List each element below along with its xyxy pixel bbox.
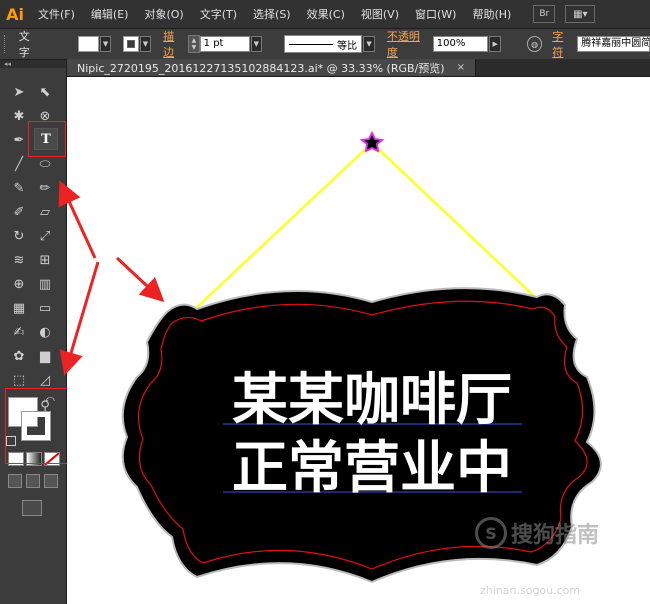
watermark-brand: 搜狗指南 [511, 523, 600, 548]
watermark: S 搜狗指南 [475, 517, 599, 549]
arrow-to-fill-stroke [59, 261, 100, 376]
arrow-to-sign [115, 256, 165, 303]
watermark-logo-icon: S [475, 517, 507, 549]
arrow-to-type-tool [58, 180, 97, 259]
annotation-arrows [58, 180, 165, 376]
watermark-url: zhinan.sogou.com [480, 584, 581, 597]
